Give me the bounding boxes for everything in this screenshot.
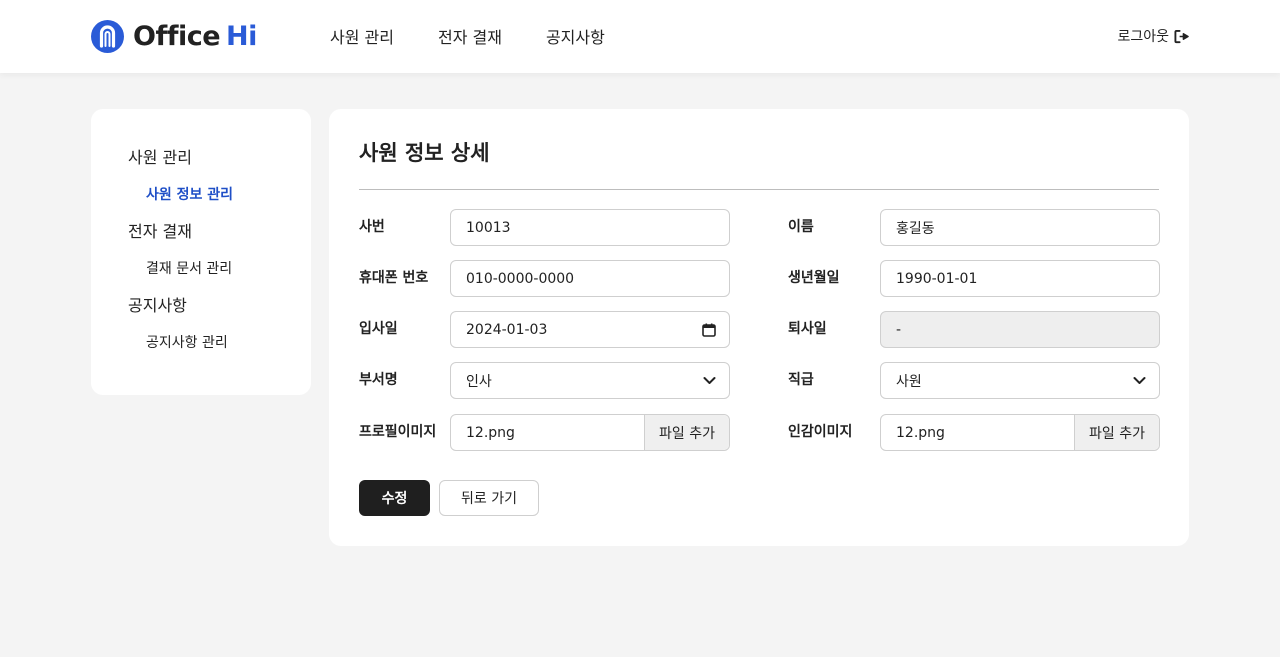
leave-date-value: - [896,321,902,338]
chevron-down-icon [703,376,716,385]
phone-input[interactable]: 010-0000-0000 [450,260,730,297]
emp-no-value: 10013 [466,219,511,236]
department-label: 부서명 [359,372,398,388]
sidebar: 사원 관리 사원 정보 관리 전자 결재 결재 문서 관리 공지사항 공지사항 … [91,109,311,395]
chevron-down-icon [1133,376,1146,385]
hire-date-input[interactable]: 2024-01-03 [450,311,730,348]
name-input[interactable]: 홍길동 [880,209,1160,246]
employee-detail-card: 사원 정보 상세 사번 10013 이름 홍길동 휴대폰 번호 010-0000… [329,109,1189,546]
edit-button[interactable]: 수정 [359,480,430,516]
birth-value: 1990-01-01 [896,270,978,287]
sidebar-group-title[interactable]: 사원 관리 [128,147,311,169]
sidebar-group-notices: 공지사항 공지사항 관리 [128,295,311,369]
logout-button[interactable]: 로그아웃 [1117,26,1189,46]
calendar-icon[interactable] [702,323,716,337]
profile-image-filename: 12.png [466,424,515,441]
leave-date-input: - [880,311,1160,348]
position-label: 직급 [788,372,814,388]
phone-value: 010-0000-0000 [466,270,575,287]
nav-item-approval[interactable]: 전자 결재 [438,24,502,48]
seal-image-input[interactable]: 12.png 파일 추가 [880,414,1160,451]
position-value: 사원 [896,373,922,390]
department-select[interactable]: 인사 [450,362,730,399]
leave-date-label: 퇴사일 [788,321,827,337]
sidebar-group-title[interactable]: 공지사항 [128,295,311,317]
back-button[interactable]: 뒤로 가기 [439,480,539,516]
sidebar-item-notice-manage[interactable]: 공지사항 관리 [146,317,311,369]
hire-date-value: 2024-01-03 [466,321,548,338]
sidebar-item-employee-info[interactable]: 사원 정보 관리 [146,169,311,221]
top-header: Office Hi 사원 관리 전자 결재 공지사항 로그아웃 [0,0,1280,73]
logout-icon [1174,29,1189,43]
name-value: 홍길동 [896,220,935,237]
seal-image-label: 인감이미지 [788,424,853,440]
main-nav: 사원 관리 전자 결재 공지사항 [330,24,605,48]
sidebar-group-title[interactable]: 전자 결재 [128,221,311,243]
hire-date-label: 입사일 [359,321,398,337]
sidebar-group-approval: 전자 결재 결재 문서 관리 [128,221,311,295]
birth-label: 생년월일 [788,270,840,286]
logo-text: Office Hi [133,20,257,52]
phone-label: 휴대폰 번호 [359,270,429,286]
profile-image-input[interactable]: 12.png 파일 추가 [450,414,730,451]
profile-image-label: 프로필이미지 [359,424,437,440]
page-title: 사원 정보 상세 [359,141,490,165]
divider [359,189,1159,190]
nav-item-notices[interactable]: 공지사항 [546,24,605,48]
sidebar-item-approval-docs[interactable]: 결재 문서 관리 [146,243,311,295]
nav-item-employees[interactable]: 사원 관리 [330,24,394,48]
logout-label: 로그아웃 [1117,29,1169,45]
seal-image-add-button[interactable]: 파일 추가 [1074,415,1159,450]
logo[interactable]: Office Hi [91,19,257,53]
logo-icon [91,19,124,53]
name-label: 이름 [788,219,814,235]
emp-no-input[interactable]: 10013 [450,209,730,246]
emp-no-label: 사번 [359,219,385,235]
profile-image-add-button[interactable]: 파일 추가 [644,415,729,450]
position-select[interactable]: 사원 [880,362,1160,399]
birth-input[interactable]: 1990-01-01 [880,260,1160,297]
department-value: 인사 [466,373,492,390]
seal-image-filename: 12.png [896,424,945,441]
sidebar-group-employees: 사원 관리 사원 정보 관리 [128,147,311,221]
